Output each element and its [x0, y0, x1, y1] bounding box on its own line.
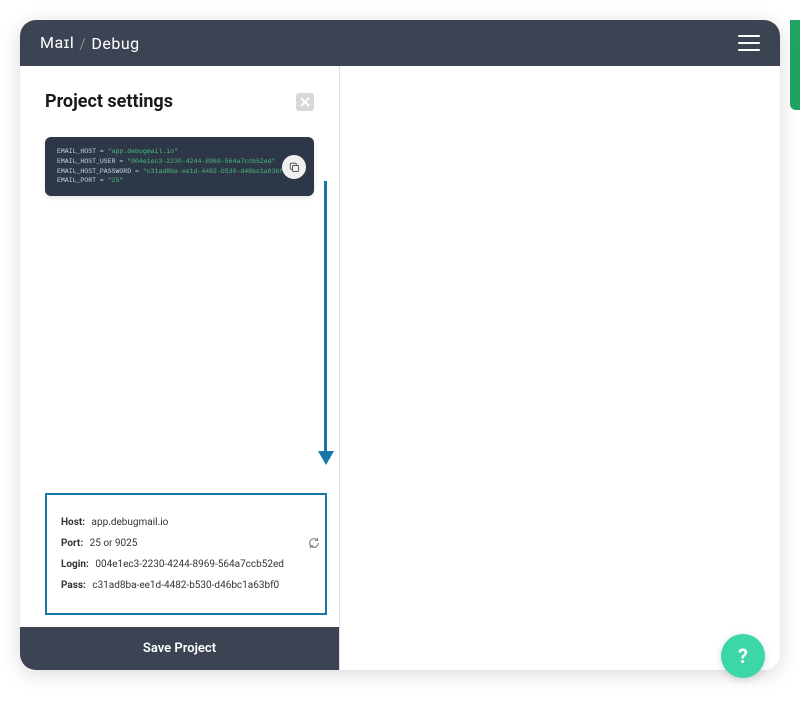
settings-panel: Project settings EMAIL_HOST = "app.debug…: [20, 66, 340, 670]
code-value: "25": [108, 177, 124, 184]
credential-port: Port: 25 or 9025: [61, 538, 311, 549]
credential-login: Login: 004e1ec3-2230-4244-8969-564a7ccb5…: [61, 559, 311, 570]
refresh-icon: [307, 536, 321, 550]
login-value: 004e1ec3-2230-4244-8969-564a7ccb52ed: [95, 559, 284, 570]
content-area: Project settings EMAIL_HOST = "app.debug…: [20, 66, 780, 670]
brand-slash: /: [79, 34, 86, 53]
copy-icon: [288, 161, 300, 173]
pass-label: Pass:: [61, 580, 86, 591]
main-content-area: [340, 66, 780, 670]
brand-logo[interactable]: Maɪl / Debug: [40, 33, 140, 53]
close-icon: [300, 97, 310, 107]
host-label: Host:: [61, 517, 85, 528]
brand-part2: Debug: [91, 34, 139, 53]
code-value: "app.debugmail.io": [108, 148, 178, 155]
credential-host: Host: app.debugmail.io: [61, 517, 311, 528]
code-value: "004e1ec3-2230-4244-8969-564a7ccb52ed": [127, 158, 275, 165]
save-button-label: Save Project: [143, 641, 216, 656]
refresh-button[interactable]: [307, 535, 321, 549]
help-icon: ?: [738, 644, 748, 668]
code-value: "c31ad8ba-ee1d-4482-b530-d46bc1a63bf0": [143, 168, 291, 175]
code-key: EMAIL_HOST: [57, 148, 96, 155]
code-key: EMAIL_HOST_PASSWORD: [57, 168, 131, 175]
page-edge-decoration: [790, 20, 800, 110]
login-label: Login:: [61, 559, 89, 570]
save-project-button[interactable]: Save Project: [20, 627, 339, 670]
code-snippet: EMAIL_HOST = "app.debugmail.io" EMAIL_HO…: [45, 137, 314, 196]
code-line: EMAIL_HOST_PASSWORD = "c31ad8ba-ee1d-448…: [57, 167, 302, 177]
port-label: Port:: [61, 538, 83, 549]
pass-value: c31ad8ba-ee1d-4482-b530-d46bc1a63bf0: [92, 580, 279, 591]
code-line: EMAIL_HOST_USER = "004e1ec3-2230-4244-89…: [57, 157, 302, 167]
header-bar: Maɪl / Debug: [20, 20, 780, 66]
port-value: 25 or 9025: [90, 538, 138, 549]
code-key: EMAIL_HOST_USER: [57, 158, 116, 165]
code-line: EMAIL_PORT = "25": [57, 176, 302, 186]
copy-button[interactable]: [282, 155, 306, 179]
host-value: app.debugmail.io: [92, 517, 169, 528]
code-line: EMAIL_HOST = "app.debugmail.io": [57, 147, 302, 157]
page-title: Project settings: [45, 91, 173, 112]
hamburger-menu-icon[interactable]: [738, 35, 760, 51]
brand-part1: Maɪl: [40, 33, 74, 53]
credential-pass: Pass: c31ad8ba-ee1d-4482-b530-d46bc1a63b…: [61, 580, 311, 591]
help-fab-button[interactable]: ?: [721, 634, 765, 678]
code-key: EMAIL_PORT: [57, 177, 96, 184]
app-window: Maɪl / Debug Project settings EMAIL_HOST: [20, 20, 780, 670]
settings-header: Project settings: [20, 66, 339, 127]
credentials-box: Host: app.debugmail.io Port: 25 or 9025 …: [45, 493, 327, 615]
close-button[interactable]: [296, 93, 314, 111]
